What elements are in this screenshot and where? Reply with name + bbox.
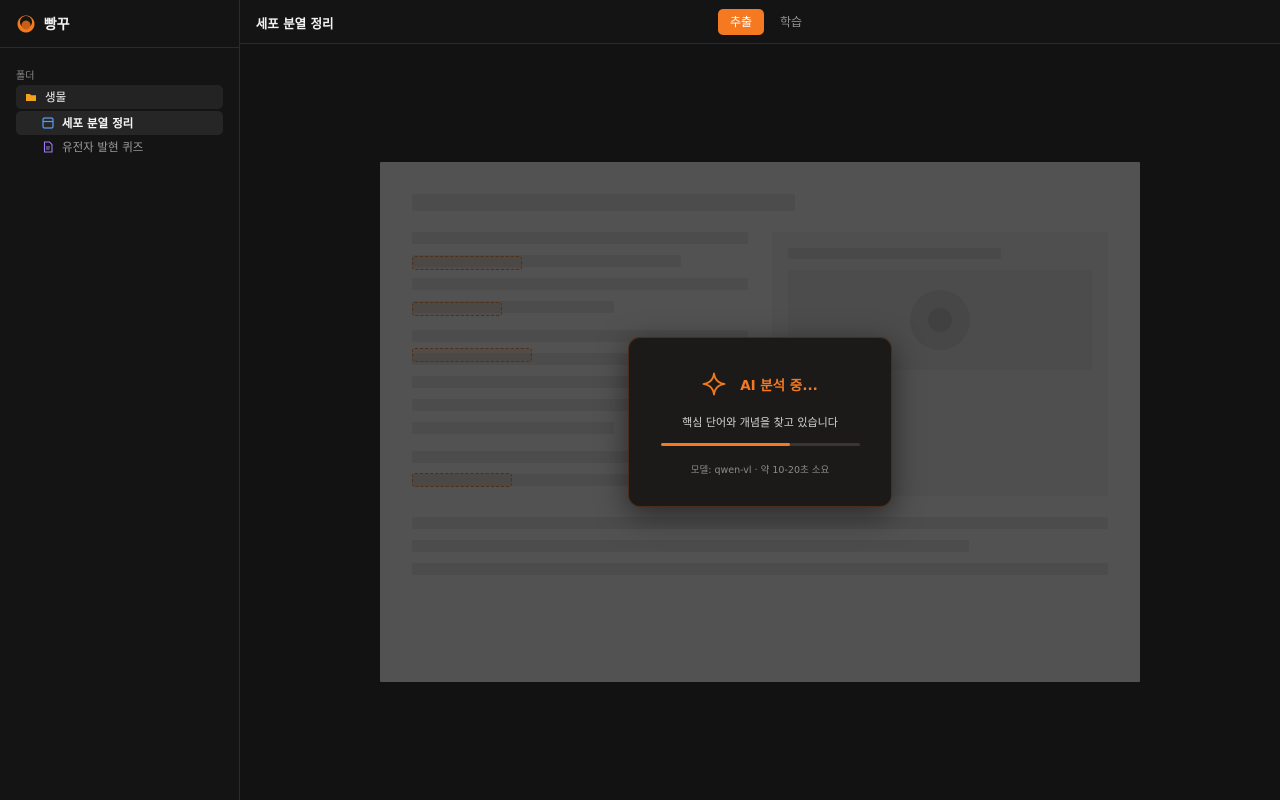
sidebar-folder-biology[interactable]: 생물 [16, 85, 223, 109]
sidebar-item-label: 세포 분열 정리 [62, 116, 134, 130]
progress-bar [661, 443, 860, 446]
brand[interactable]: 빵꾸 [0, 0, 239, 48]
sidebar-item-cell-division[interactable]: 세포 분열 정리 [16, 111, 223, 135]
sidebar: 빵꾸 폴더 생물 세포 분열 정리 유전자 발현 퀴즈 [0, 0, 240, 800]
model-info: 모델: qwen-vl · 약 10-20초 소요 [690, 465, 830, 476]
tab-study[interactable]: 학습 [768, 9, 814, 35]
progress-fill [661, 443, 791, 446]
dialog-header: AI 분석 중... [629, 372, 891, 396]
dialog-subtitle: 핵심 단어와 개념을 찾고 있습니다 [682, 416, 838, 429]
sidebar-item-label: 유전자 발현 퀴즈 [62, 140, 144, 154]
ai-analysis-dialog: AI 분석 중... 핵심 단어와 개념을 찾고 있습니다 모델: qwen-v… [628, 337, 892, 507]
sparkle-icon [702, 372, 726, 396]
sidebar-item-gene-expression-quiz[interactable]: 유전자 발현 퀴즈 [16, 135, 223, 159]
app-logo-icon [17, 15, 35, 32]
header: 세포 분열 정리 추출 학습 [240, 0, 1280, 44]
file-text-icon [42, 141, 54, 153]
sidebar-folder-label: 생물 [45, 90, 67, 104]
tab-extract[interactable]: 추출 [718, 9, 765, 35]
page-title: 세포 분열 정리 [256, 16, 334, 31]
folder-icon [25, 91, 37, 103]
app-name: 빵꾸 [44, 16, 70, 33]
document-layout-icon [42, 117, 54, 129]
dialog-title: AI 분석 중... [740, 378, 818, 394]
folders-section-label: 폴더 [16, 71, 35, 82]
